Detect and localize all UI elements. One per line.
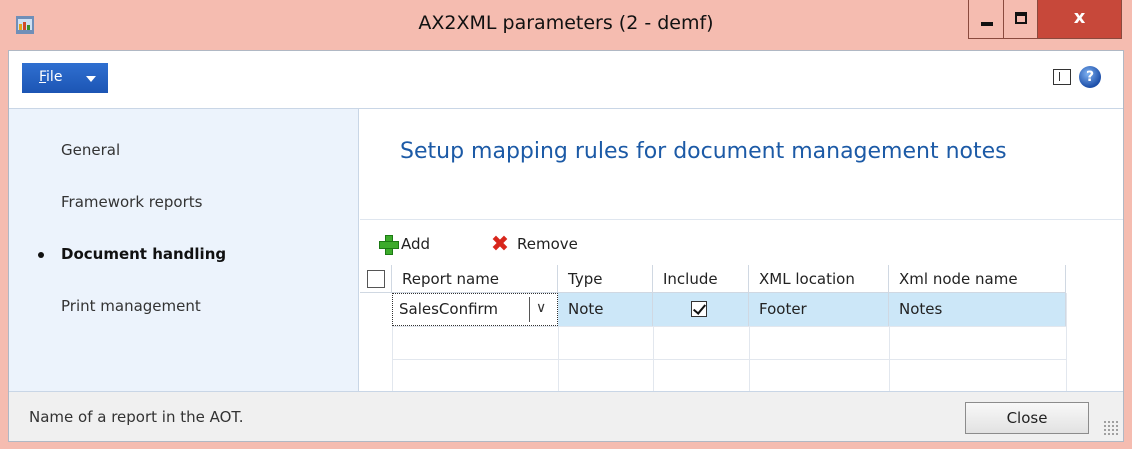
window: AX2XML parameters (2 - demf) x File ? Ge… — [0, 0, 1132, 449]
add-button[interactable]: Add — [377, 231, 457, 259]
include-checkbox[interactable] — [691, 301, 707, 317]
grid-line — [392, 359, 1066, 360]
minimize-button[interactable] — [968, 0, 1004, 39]
sidebar-item-print-management[interactable]: Print management — [61, 297, 201, 315]
active-bullet-icon — [38, 252, 44, 258]
layout-icon[interactable] — [1053, 69, 1071, 85]
client-area: File ? General Framework reports Documen… — [8, 50, 1124, 442]
file-label-rest: ile — [46, 69, 63, 85]
minimize-icon — [981, 22, 993, 26]
status-text: Name of a report in the AOT. — [29, 408, 244, 426]
select-all-checkbox[interactable] — [367, 270, 385, 288]
section-divider — [360, 219, 1123, 220]
report-name-value: SalesConfirm — [399, 300, 499, 318]
column-header-include[interactable]: Include — [653, 265, 749, 293]
file-menu-button[interactable]: File — [22, 63, 108, 93]
cell-xml-location[interactable]: Footer — [749, 293, 889, 326]
add-label: Add — [401, 235, 431, 253]
report-name-combobox[interactable]: SalesConfirm ∨ — [392, 293, 558, 326]
cell-type[interactable]: Note — [558, 293, 653, 326]
column-header-xml-location[interactable]: XML location — [749, 265, 889, 293]
cell-include[interactable] — [653, 293, 749, 326]
close-button[interactable]: Close — [965, 402, 1089, 434]
title-bar[interactable]: AX2XML parameters (2 - demf) x — [0, 0, 1132, 50]
sidebar-item-document-handling[interactable]: Document handling — [61, 245, 226, 263]
resize-grip-icon[interactable] — [1103, 420, 1119, 436]
grid-line — [1066, 293, 1067, 391]
column-header-report-name[interactable]: Report name — [392, 265, 558, 293]
sidebar-item-framework-reports[interactable]: Framework reports — [61, 193, 202, 211]
file-accel: F — [39, 69, 47, 85]
close-icon: x — [1073, 7, 1086, 28]
section-title: Setup mapping rules for document managem… — [400, 139, 1007, 164]
sidebar-item-general[interactable]: General — [61, 141, 120, 159]
remove-x-icon: ✖ — [490, 232, 510, 257]
chevron-down-icon: ∨ — [536, 300, 547, 316]
report-name-dropdown-button[interactable]: ∨ — [529, 297, 553, 322]
menu-bar: File ? — [9, 51, 1123, 109]
maximize-icon — [1015, 12, 1027, 24]
cell-xml-node-name[interactable]: Notes — [889, 293, 1066, 326]
maximize-button[interactable] — [1004, 0, 1038, 39]
main-content: Setup mapping rules for document managem… — [360, 109, 1123, 391]
sidebar: General Framework reports Document handl… — [9, 109, 359, 391]
plus-icon — [379, 235, 399, 255]
column-header-type[interactable]: Type — [558, 265, 653, 293]
help-icon[interactable]: ? — [1079, 66, 1101, 88]
close-window-button[interactable]: x — [1038, 0, 1122, 39]
chevron-down-icon — [86, 76, 96, 82]
status-bar: Name of a report in the AOT. Close — [9, 391, 1123, 441]
select-all-header — [360, 265, 392, 293]
window-title: AX2XML parameters (2 - demf) — [418, 12, 714, 34]
column-header-xml-node-name[interactable]: Xml node name — [889, 265, 1066, 293]
remove-label: Remove — [517, 235, 578, 253]
mapping-grid: Report name Type Include XML location Xm… — [360, 265, 1123, 391]
grid-line — [392, 326, 1066, 327]
remove-button[interactable]: ✖ Remove — [487, 231, 599, 259]
